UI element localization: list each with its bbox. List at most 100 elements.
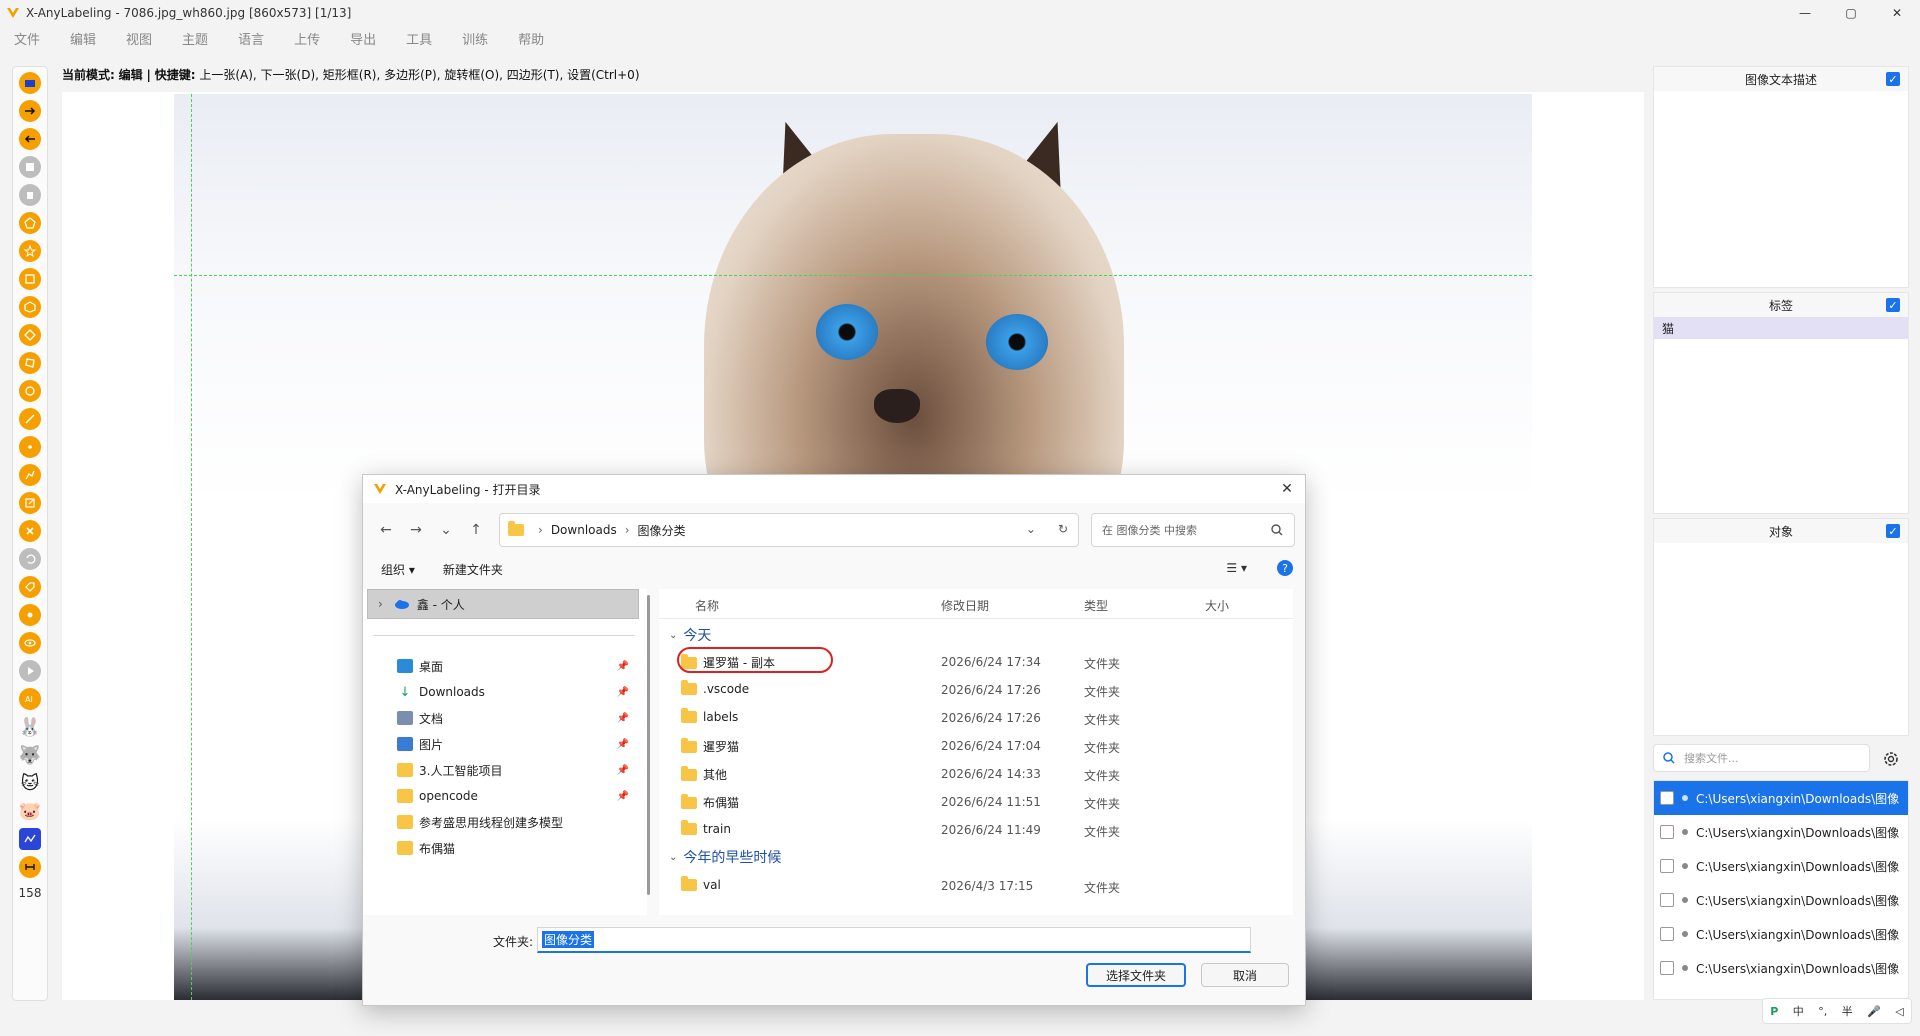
file-checkbox[interactable]: [1660, 927, 1674, 941]
star-icon[interactable]: [19, 240, 41, 262]
nav-item-downloads[interactable]: ↓ Downloads 📌: [397, 679, 637, 705]
file-checkbox[interactable]: [1660, 893, 1674, 907]
edit-icon[interactable]: [19, 492, 41, 514]
save-icon[interactable]: [19, 156, 41, 178]
ime-punctuation[interactable]: °,: [1818, 1005, 1827, 1018]
refresh-icon[interactable]: ↻: [1058, 522, 1068, 536]
nav-item-opencode[interactable]: opencode 📌: [397, 783, 637, 809]
husky-icon[interactable]: 🐺: [19, 744, 41, 766]
file-checkbox[interactable]: [1660, 825, 1674, 839]
organize-button[interactable]: 组织 ▾: [381, 561, 415, 578]
menu-file[interactable]: 文件: [14, 29, 40, 48]
nav-item-documents[interactable]: 文档 📌: [397, 705, 637, 731]
menu-tools[interactable]: 工具: [406, 29, 432, 48]
cancel-button[interactable]: 取消: [1201, 963, 1289, 987]
group-today[interactable]: ⌄ 今天: [669, 625, 711, 645]
up-arrow-icon[interactable]: ↑: [461, 515, 491, 545]
menu-edit[interactable]: 编辑: [70, 29, 96, 48]
graph-icon[interactable]: [19, 828, 41, 850]
column-date[interactable]: 修改日期: [941, 597, 989, 614]
file-row[interactable]: labels 2026/6/24 17:26 文件夹: [659, 705, 1293, 731]
close-button[interactable]: ✕: [1874, 0, 1920, 26]
linestrip-icon[interactable]: [19, 464, 41, 486]
ime-logo-icon[interactable]: P: [1770, 1005, 1778, 1018]
minimize-button[interactable]: —: [1782, 0, 1828, 26]
file-checkbox[interactable]: [1660, 791, 1674, 805]
menu-view[interactable]: 视图: [126, 29, 152, 48]
ime-send-icon[interactable]: ◁: [1895, 1005, 1903, 1018]
file-list-item[interactable]: C:\Users\xiangxin\Downloads\图像: [1654, 883, 1908, 917]
circle-icon[interactable]: [19, 380, 41, 402]
group-earlier[interactable]: ⌄ 今年的早些时候: [669, 847, 781, 867]
point-icon[interactable]: [19, 436, 41, 458]
breadcrumb-downloads[interactable]: Downloads: [551, 523, 617, 537]
nav-item-multimodel[interactable]: 参考盛思用线程创建多模型: [397, 809, 637, 835]
maximize-button[interactable]: ▢: [1828, 0, 1874, 26]
file-checkbox[interactable]: [1660, 859, 1674, 873]
brightness-icon[interactable]: [19, 604, 41, 626]
file-search-input[interactable]: 搜索文件...: [1653, 744, 1870, 772]
file-list-item[interactable]: C:\Users\xiangxin\Downloads\图像: [1654, 781, 1908, 815]
menu-theme[interactable]: 主题: [182, 29, 208, 48]
ime-microphone-icon[interactable]: 🎤: [1867, 1005, 1881, 1018]
file-row[interactable]: .vscode 2026/6/24 17:26 文件夹: [659, 677, 1293, 703]
nav-scrollbar[interactable]: [647, 595, 650, 895]
polygon-icon[interactable]: [19, 212, 41, 234]
file-checkbox[interactable]: [1660, 961, 1674, 975]
nav-item-pictures[interactable]: 图片 📌: [397, 731, 637, 757]
description-panel-checkbox[interactable]: ✓: [1886, 72, 1900, 86]
delete-file-icon[interactable]: [19, 184, 41, 206]
select-folder-button[interactable]: 选择文件夹: [1086, 963, 1186, 987]
file-row[interactable]: val 2026/4/3 17:15 文件夹: [659, 873, 1293, 899]
undo-icon[interactable]: [19, 548, 41, 570]
quadrilateral-icon[interactable]: [19, 352, 41, 374]
file-row[interactable]: 其他 2026/6/24 14:33 文件夹: [659, 761, 1293, 787]
objects-panel-checkbox[interactable]: ✓: [1886, 524, 1900, 538]
column-type[interactable]: 类型: [1084, 597, 1108, 614]
tag-icon[interactable]: [19, 576, 41, 598]
file-row[interactable]: 布偶猫 2026/6/24 11:51 文件夹: [659, 789, 1293, 815]
file-list-item[interactable]: C:\Users\xiangxin\Downloads\图像: [1654, 951, 1908, 985]
pig-icon[interactable]: 🐷: [19, 800, 41, 822]
file-list-item[interactable]: C:\Users\xiangxin\Downloads\图像: [1654, 815, 1908, 849]
breadcrumb-current[interactable]: 图像分类: [638, 522, 686, 539]
cat-icon[interactable]: 🐱: [19, 772, 41, 794]
play-icon[interactable]: [19, 660, 41, 682]
delete-icon[interactable]: [19, 520, 41, 542]
open-folder-icon[interactable]: [19, 72, 41, 94]
rotated-box-icon[interactable]: [19, 324, 41, 346]
arrow-left-icon[interactable]: [19, 128, 41, 150]
ime-chinese[interactable]: 中: [1793, 1003, 1804, 1019]
nav-item-ragdoll[interactable]: 布偶猫: [397, 835, 637, 861]
file-list-item[interactable]: C:\Users\xiangxin\Downloads\图像: [1654, 917, 1908, 951]
rectangle-icon[interactable]: [19, 268, 41, 290]
forward-arrow-icon[interactable]: →: [401, 515, 431, 545]
nav-item-ai-project[interactable]: 3.人工智能项目 📌: [397, 757, 637, 783]
arrow-right-icon[interactable]: [19, 100, 41, 122]
address-history-chevron-icon[interactable]: ⌄: [1026, 522, 1036, 536]
gear-icon[interactable]: [1880, 748, 1902, 770]
measure-icon[interactable]: [19, 856, 41, 878]
label-item[interactable]: 猫: [1654, 317, 1908, 339]
menu-train[interactable]: 训练: [462, 29, 488, 48]
rabbit-icon[interactable]: 🐰: [19, 716, 41, 738]
menu-upload[interactable]: 上传: [294, 29, 320, 48]
menu-export[interactable]: 导出: [350, 29, 376, 48]
address-bar[interactable]: › Downloads › 图像分类 ⌄ ↻: [499, 513, 1079, 547]
dialog-search-input[interactable]: 在 图像分类 中搜索: [1091, 513, 1295, 547]
folder-name-input[interactable]: 图像分类: [537, 927, 1251, 953]
expand-chevron-icon[interactable]: ›: [378, 597, 383, 611]
column-name[interactable]: 名称: [695, 597, 719, 614]
menu-help[interactable]: 帮助: [518, 29, 544, 48]
cube-icon[interactable]: [19, 296, 41, 318]
file-row[interactable]: train 2026/6/24 11:49 文件夹: [659, 817, 1293, 843]
ime-halfwidth[interactable]: 半: [1842, 1003, 1853, 1019]
dialog-close-icon[interactable]: ✕: [1277, 479, 1297, 499]
labels-panel-checkbox[interactable]: ✓: [1886, 298, 1900, 312]
column-size[interactable]: 大小: [1205, 597, 1229, 614]
ai-icon[interactable]: AI: [19, 688, 41, 710]
view-options-icon[interactable]: ☰ ▾: [1226, 561, 1247, 575]
file-list-item[interactable]: C:\Users\xiangxin\Downloads\图像: [1654, 849, 1908, 883]
nav-item-desktop[interactable]: 桌面 📌: [397, 653, 637, 679]
back-arrow-icon[interactable]: ←: [371, 515, 401, 545]
